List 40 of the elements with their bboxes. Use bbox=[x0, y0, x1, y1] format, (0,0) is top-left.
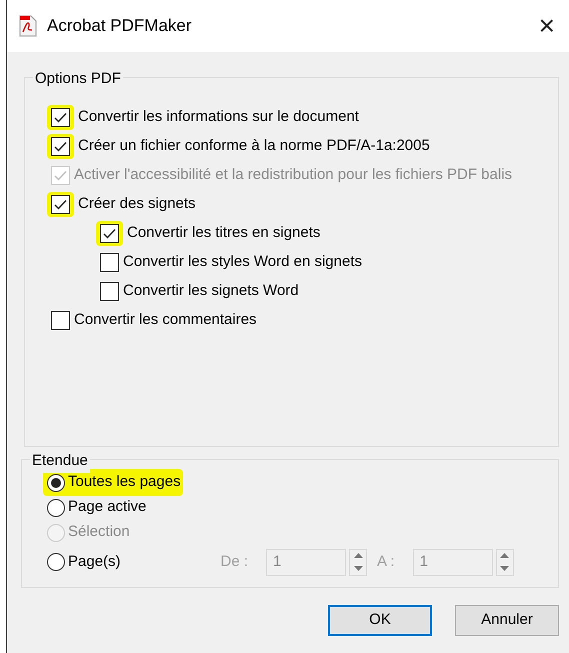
radio-button[interactable] bbox=[47, 553, 65, 571]
checkbox[interactable] bbox=[51, 195, 70, 214]
checkbox-label: Créer des signets bbox=[78, 194, 196, 214]
checkbox-label: Convertir les titres en signets bbox=[127, 223, 320, 244]
window-title: Acrobat PDFMaker bbox=[47, 15, 192, 38]
checkbox-label: Convertir les signets Word bbox=[123, 281, 299, 302]
field-label: De : bbox=[220, 552, 248, 572]
checkbox[interactable] bbox=[100, 282, 119, 301]
checkbox[interactable] bbox=[51, 311, 70, 330]
check-icon bbox=[103, 228, 116, 239]
radio-label: Sélection bbox=[68, 522, 130, 542]
check-icon bbox=[54, 112, 67, 123]
checkbox-label: Activer l'accessibilité et la redistribution pour les fichiers PDF balis bbox=[74, 165, 512, 186]
cancel-button[interactable]: Annuler bbox=[455, 605, 559, 636]
check-icon bbox=[54, 170, 67, 181]
checkbox-label: Convertir les styles Word en signets bbox=[123, 252, 362, 272]
up-arrow-icon bbox=[354, 553, 363, 558]
radio-label: Page active bbox=[68, 497, 146, 518]
checkbox-label: Convertir les commentaires bbox=[74, 310, 257, 330]
check-icon bbox=[54, 199, 67, 210]
pdf-file-icon bbox=[19, 15, 37, 37]
checkbox[interactable] bbox=[100, 224, 119, 243]
radio-button[interactable] bbox=[47, 474, 65, 492]
spinner[interactable] bbox=[496, 548, 514, 576]
ok-button[interactable]: OK bbox=[328, 605, 432, 636]
up-arrow-icon bbox=[500, 553, 510, 558]
spinner[interactable] bbox=[349, 548, 368, 576]
radio-label: Toutes les pages bbox=[68, 472, 181, 492]
close-button[interactable]: × bbox=[538, 12, 555, 40]
checkbox[interactable] bbox=[51, 137, 70, 156]
down-arrow-icon bbox=[500, 566, 510, 571]
radio-button[interactable] bbox=[47, 498, 65, 516]
checkbox[interactable] bbox=[100, 253, 119, 272]
down-arrow-icon bbox=[354, 566, 363, 571]
field-label: A : bbox=[377, 552, 395, 572]
check-icon bbox=[54, 141, 67, 152]
radio-label: Page(s) bbox=[68, 552, 121, 572]
checkbox-label: Créer un fichier conforme à la norme PDF/A-1a:2005 bbox=[78, 136, 430, 156]
checkbox[interactable] bbox=[51, 108, 70, 127]
checkbox-label: Convertir les informations sur le document bbox=[78, 107, 359, 128]
